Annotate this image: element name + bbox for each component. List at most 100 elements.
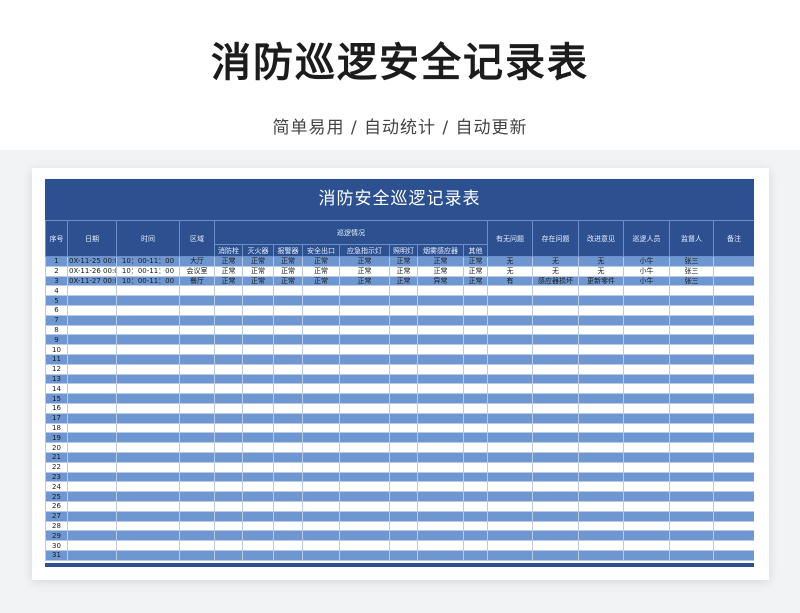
cell-empty[interactable] [623, 402, 670, 414]
cell-empty[interactable] [623, 549, 670, 561]
cell-seq[interactable]: 19 [45, 432, 68, 444]
cell-empty[interactable] [487, 442, 533, 453]
cell-empty[interactable] [417, 412, 464, 424]
cell-empty[interactable] [669, 422, 714, 434]
cell-seq[interactable]: 1 [45, 256, 68, 267]
cell-empty[interactable] [67, 363, 117, 375]
cell-empty[interactable] [487, 324, 533, 336]
cell-empty[interactable] [578, 295, 624, 306]
cell-seq[interactable]: 5 [45, 295, 68, 306]
cell-check[interactable]: 正常 [389, 275, 418, 287]
cell-empty[interactable] [487, 412, 533, 424]
cell-empty[interactable] [389, 295, 418, 306]
cell-empty[interactable] [389, 510, 418, 522]
cell-empty[interactable] [487, 285, 533, 297]
cell-empty[interactable] [302, 500, 340, 512]
cell-empty[interactable] [214, 520, 243, 532]
cell-empty[interactable] [578, 285, 624, 297]
cell-empty[interactable] [67, 412, 117, 424]
cell-empty[interactable] [179, 295, 215, 306]
cell-patroller[interactable]: 小牛 [623, 275, 670, 287]
cell-empty[interactable] [67, 500, 117, 512]
cell-empty[interactable] [578, 432, 624, 444]
cell-empty[interactable] [463, 295, 488, 306]
cell-empty[interactable] [532, 324, 579, 336]
cell-check[interactable]: 正常 [417, 256, 464, 267]
cell-empty[interactable] [532, 422, 579, 434]
cell-empty[interactable] [463, 344, 488, 355]
cell-empty[interactable] [417, 461, 464, 473]
cell-empty[interactable] [179, 510, 215, 522]
cell-empty[interactable] [67, 451, 117, 463]
cell-empty[interactable] [179, 540, 215, 551]
cell-empty[interactable] [389, 383, 418, 395]
cell-empty[interactable] [669, 451, 714, 463]
cell-empty[interactable] [713, 549, 754, 561]
cell-empty[interactable] [339, 520, 390, 532]
cell-time[interactable]: 10：00-11：00 [116, 256, 180, 267]
cell-empty[interactable] [532, 432, 579, 444]
cell-empty[interactable] [214, 304, 243, 316]
cell-empty[interactable] [578, 491, 624, 502]
cell-empty[interactable] [214, 324, 243, 336]
cell-empty[interactable] [339, 393, 390, 404]
cell-empty[interactable] [532, 393, 579, 404]
cell-empty[interactable] [669, 412, 714, 424]
cell-empty[interactable] [214, 432, 243, 444]
cell-seq[interactable]: 21 [45, 451, 68, 463]
cell-empty[interactable] [463, 393, 488, 404]
cell-empty[interactable] [623, 451, 670, 463]
cell-empty[interactable] [339, 344, 390, 355]
cell-remark[interactable] [713, 275, 754, 287]
cell-empty[interactable] [669, 461, 714, 473]
cell-empty[interactable] [339, 334, 390, 346]
cell-empty[interactable] [487, 373, 533, 385]
cell-empty[interactable] [179, 451, 215, 463]
cell-empty[interactable] [623, 344, 670, 355]
cell-empty[interactable] [463, 314, 488, 326]
cell-empty[interactable] [713, 353, 754, 365]
cell-empty[interactable] [578, 530, 624, 542]
cell-empty[interactable] [302, 344, 340, 355]
cell-empty[interactable] [417, 295, 464, 306]
cell-empty[interactable] [532, 285, 579, 297]
cell-empty[interactable] [302, 432, 340, 444]
cell-empty[interactable] [302, 491, 340, 502]
cell-empty[interactable] [623, 285, 670, 297]
cell-empty[interactable] [487, 500, 533, 512]
cell-empty[interactable] [669, 334, 714, 346]
cell-empty[interactable] [179, 363, 215, 375]
cell-empty[interactable] [463, 422, 488, 434]
cell-empty[interactable] [578, 402, 624, 414]
cell-empty[interactable] [273, 481, 303, 493]
cell-empty[interactable] [532, 304, 579, 316]
cell-check[interactable]: 正常 [302, 265, 340, 277]
cell-empty[interactable] [339, 432, 390, 444]
cell-empty[interactable] [67, 314, 117, 326]
cell-empty[interactable] [116, 393, 180, 404]
cell-empty[interactable] [389, 285, 418, 297]
cell-empty[interactable] [242, 432, 274, 444]
cell-empty[interactable] [463, 373, 488, 385]
cell-empty[interactable] [273, 373, 303, 385]
cell-empty[interactable] [339, 461, 390, 473]
cell-empty[interactable] [623, 304, 670, 316]
cell-empty[interactable] [532, 442, 579, 453]
cell-empty[interactable] [532, 383, 579, 395]
cell-empty[interactable] [67, 461, 117, 473]
cell-empty[interactable] [623, 353, 670, 365]
cell-empty[interactable] [302, 442, 340, 453]
cell-empty[interactable] [389, 412, 418, 424]
cell-empty[interactable] [713, 422, 754, 434]
cell-empty[interactable] [67, 324, 117, 336]
cell-empty[interactable] [214, 412, 243, 424]
cell-empty[interactable] [67, 510, 117, 522]
cell-empty[interactable] [214, 540, 243, 551]
cell-empty[interactable] [116, 344, 180, 355]
cell-empty[interactable] [532, 549, 579, 561]
cell-seq[interactable]: 13 [45, 373, 68, 385]
cell-issue[interactable]: 无 [532, 265, 579, 277]
cell-empty[interactable] [242, 549, 274, 561]
cell-empty[interactable] [713, 383, 754, 395]
cell-empty[interactable] [417, 422, 464, 434]
